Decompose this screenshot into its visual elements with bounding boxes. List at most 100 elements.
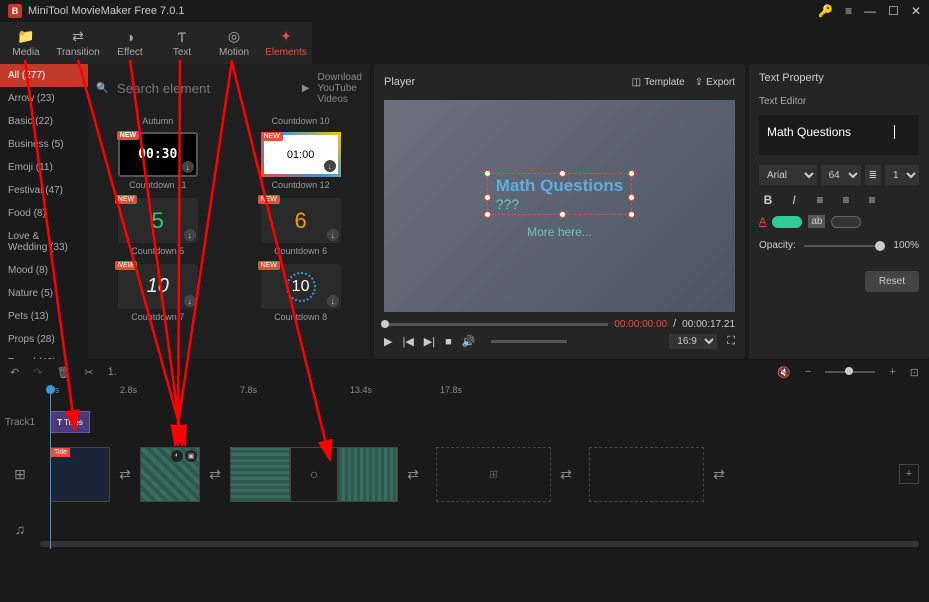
zoom-in-button[interactable]: + [889,366,895,378]
transition-indicator[interactable]: ⇄ [398,447,428,502]
download-icon[interactable]: ↓ [324,160,336,172]
zoom-fit-button[interactable]: ⊡ [910,366,919,379]
menu-icon[interactable]: ≡ [845,4,852,18]
minimize-icon[interactable]: — [864,4,876,18]
resize-handle[interactable] [628,211,635,218]
element-item[interactable]: 10NEW↓Countdown 7 [96,264,219,322]
mute-button[interactable]: 🔇 [777,366,791,379]
selected-text-overlay[interactable]: Math Questions ??? [487,173,633,215]
playhead[interactable] [50,385,51,549]
text-editor-field[interactable]: Math Questions [759,115,919,155]
bold-button[interactable]: B [759,193,777,207]
italic-button[interactable]: I [785,193,803,207]
add-clip-button[interactable]: + [899,464,919,484]
volume-slider[interactable] [491,340,567,343]
download-icon[interactable]: ↓ [184,295,196,307]
category-item[interactable]: Basic (22) [0,110,88,133]
element-item[interactable]: 5NEW↓Countdown 5 [96,198,219,256]
reset-button[interactable]: Reset [865,271,919,292]
resize-handle[interactable] [484,194,491,201]
transition-indicator[interactable]: ⇄ [551,447,581,502]
download-icon[interactable]: ↓ [327,229,339,241]
export-button[interactable]: ⇪Export [695,77,735,88]
category-item[interactable]: All (277) [0,64,88,87]
volume-icon[interactable]: 🔊 [462,335,476,348]
align-right-button[interactable]: ≡ [863,193,881,207]
video-clip[interactable]: ◐▣ [140,447,200,502]
video-clip[interactable] [230,447,290,502]
next-frame-button[interactable]: ▶| [424,335,435,348]
element-item[interactable]: 00:30NEW↓Countdown 11 [96,132,219,190]
clip-effect-icon[interactable]: ◐ [171,450,183,462]
play-button[interactable]: ▶ [384,335,392,348]
font-select[interactable]: Arial [759,165,817,185]
zoom-thumb[interactable] [845,367,853,375]
speed-button[interactable]: 1. [108,366,117,378]
tab-text[interactable]: ƬText [156,22,208,64]
tab-media[interactable]: 📁Media [0,22,52,64]
element-item[interactable]: 6NEW↓Countdown 6 [239,198,362,256]
resize-handle[interactable] [484,211,491,218]
title-clip[interactable]: TTitles [50,411,90,433]
align-left-button[interactable]: ≡ [811,193,829,207]
category-item[interactable]: Props (28) [0,328,88,351]
zoom-out-button[interactable]: − [805,366,811,378]
resize-handle[interactable] [484,170,491,177]
aspect-ratio-select[interactable]: 16:9 [669,334,717,349]
category-item[interactable]: Mood (8) [0,259,88,282]
resize-handle[interactable] [628,170,635,177]
element-item[interactable]: 01:00NEW↓Countdown 12 [239,132,362,190]
tab-effect[interactable]: ◑Effect [104,22,156,64]
transition-indicator[interactable]: ⇄ [110,447,140,502]
empty-clip-slot[interactable] [589,447,704,502]
transition-indicator[interactable]: ⇄ [704,447,734,502]
video-clip[interactable]: Title [50,447,110,502]
time-ruler[interactable]: 0s2.8s7.8s13.4s17.8s [40,385,929,405]
line-height-select[interactable]: 1 [885,165,919,185]
youtube-link[interactable]: Download YouTube Videos [318,72,362,105]
template-button[interactable]: ◫Template [632,77,685,88]
align-center-button[interactable]: ≡ [837,193,855,207]
split-button[interactable]: ✂ [84,366,93,379]
font-size-select[interactable]: 64 [821,165,861,185]
close-icon[interactable]: ✕ [911,4,921,18]
highlight-icon[interactable]: ab [808,215,825,228]
download-icon[interactable]: ↓ [327,295,339,307]
category-item[interactable]: Emoji (11) [0,156,88,179]
element-item[interactable]: 10NEW↓Countdown 8 [239,264,362,322]
transition-indicator[interactable]: ⇄ [200,447,230,502]
highlight-color-swatch[interactable] [831,216,861,228]
seek-bar[interactable] [384,323,608,326]
clip-lock-icon[interactable]: ▣ [185,450,197,462]
prev-frame-button[interactable]: |◀ [402,335,413,348]
zoom-slider[interactable] [825,371,875,373]
tab-transition[interactable]: ⇄Transition [52,22,104,64]
empty-clip-slot[interactable]: ⊞ [436,447,551,502]
tab-motion[interactable]: ◎Motion [208,22,260,64]
key-icon[interactable]: 🔑 [818,4,833,18]
transition-indicator[interactable]: ○ [290,447,338,502]
preview-viewport[interactable]: Math Questions ??? More here... [384,100,735,312]
category-item[interactable]: Travel (40) [0,351,88,359]
search-input[interactable] [117,81,294,96]
opacity-thumb[interactable] [875,241,885,251]
category-item[interactable]: Pets (13) [0,305,88,328]
category-item[interactable]: Love & Wedding (33) [0,225,88,259]
seek-thumb[interactable] [381,320,389,328]
resize-handle[interactable] [628,194,635,201]
timeline-scrollbar[interactable] [40,541,919,547]
category-item[interactable]: Festival (47) [0,179,88,202]
category-item[interactable]: Food (8) [0,202,88,225]
text-color-swatch[interactable] [772,216,802,228]
fullscreen-button[interactable]: ⛶ [727,335,735,348]
redo-button[interactable]: ↷ [33,366,42,379]
category-item[interactable]: Arrow (23) [0,87,88,110]
resize-handle[interactable] [559,211,566,218]
tab-elements[interactable]: ✦Elements [260,22,312,64]
download-icon[interactable]: ↓ [184,229,196,241]
maximize-icon[interactable]: ☐ [888,4,899,18]
delete-button[interactable]: 🗑 [56,366,70,379]
category-item[interactable]: Business (5) [0,133,88,156]
stop-button[interactable]: ■ [445,336,452,348]
undo-button[interactable]: ↶ [10,366,19,379]
